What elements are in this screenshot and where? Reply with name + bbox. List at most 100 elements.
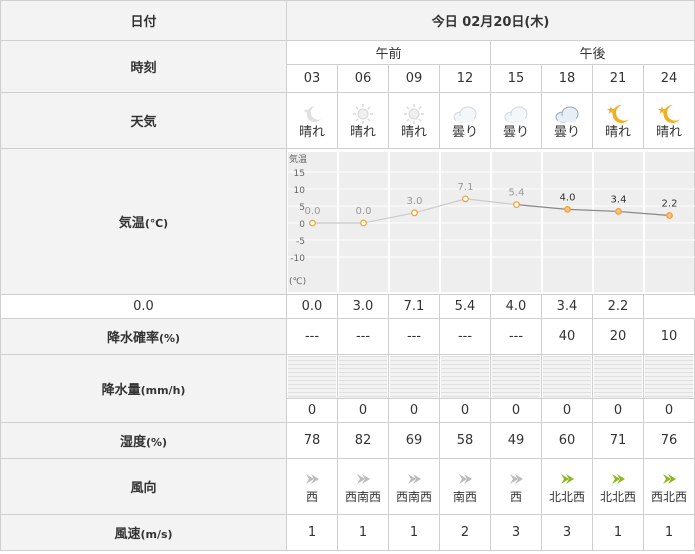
precip-amount-cell: 0	[439, 398, 491, 423]
weather-cell: 曇り	[490, 92, 542, 149]
temp-cell: 2.2	[592, 294, 644, 319]
forecast-table: 日付 今日 02月20日(木) 時刻 午前 午後 03 06 09 12 15 18 21 2…	[0, 0, 695, 551]
wind-dir-text: 西南西	[344, 489, 381, 504]
wind-arrow-icon	[459, 473, 472, 484]
wind-speed-label: 風速(m/s)	[0, 514, 287, 551]
temp-chart-cell: 15 10 5 0 -5 -10 気温 (℃) 0.0 0.0 3.0 7.1 5.4 4.0 3.4 2.2	[286, 148, 695, 295]
sun-icon	[353, 103, 373, 124]
temp-data-label: 7.1	[458, 181, 474, 192]
wind-dir-text: 西	[509, 489, 522, 504]
date-title: 今日 02月20日(木)	[286, 0, 695, 41]
precip-bar-cell	[592, 354, 644, 399]
precip-prob-cell: ---	[439, 318, 491, 355]
temp-data-label: 2.2	[662, 198, 678, 209]
moon-star-icon	[658, 104, 680, 123]
temp-data-label: 3.0	[407, 195, 423, 206]
hour-cell: 06	[337, 64, 389, 93]
wind-dir-cell: 北北西	[541, 458, 593, 515]
precip-prob-cell: ---	[337, 318, 389, 355]
humidity-cell: 60	[541, 422, 593, 459]
wind-speed-cell: 1	[388, 514, 440, 551]
precip-bar-cell	[439, 354, 491, 399]
precip-prob-cell: ---	[286, 318, 338, 355]
temp-chart: 151050-5-10気温(℃)0.0 0.03.07.15.4 4.0 3.4 2.2	[287, 151, 695, 292]
temp-point	[564, 205, 571, 213]
wind-dir-label: 風向	[0, 458, 287, 515]
wind-speed-cell: 2	[439, 514, 491, 551]
precip-amount-cell: 0	[337, 398, 389, 423]
precip-prob-cell: 10	[643, 318, 695, 355]
chart-column-bg	[492, 151, 541, 292]
hour-cell: 21	[592, 64, 644, 93]
precip-prob-cell: ---	[490, 318, 542, 355]
wind-dir-text: 北北西	[548, 489, 585, 504]
cloud-icon	[504, 106, 528, 122]
weather-text: 晴れ	[400, 124, 427, 140]
wind-dir-text: 西北西	[650, 489, 687, 504]
weather-text: 曇り	[502, 124, 529, 140]
wind-speed-cell: 1	[592, 514, 644, 551]
wind-arrow-icon	[663, 473, 676, 484]
hour-cell: 15	[490, 64, 542, 93]
temp-cell: 3.0	[337, 294, 389, 319]
precip-bar-cell	[337, 354, 389, 399]
humidity-cell: 78	[286, 422, 338, 459]
precip-bar	[594, 355, 642, 398]
temp-cell: 3.4	[541, 294, 593, 319]
weather-cell: 曇り	[439, 92, 491, 149]
wind-dir-text: 南西	[452, 489, 477, 504]
weather-text: 晴れ	[604, 124, 631, 140]
humidity-label: 湿度(%)	[0, 422, 287, 459]
wind-arrow-icon	[357, 473, 370, 484]
wind-speed-cell: 3	[541, 514, 593, 551]
precip-bar-cell	[388, 354, 440, 399]
temp-cell: 7.1	[388, 294, 440, 319]
precip-amount-cell: 0	[286, 398, 338, 423]
temp-data-label: 3.4	[611, 194, 627, 205]
humidity-cell: 82	[337, 422, 389, 459]
chart-column-bg	[594, 151, 643, 292]
moon-icon	[304, 105, 321, 122]
temp-point	[513, 200, 520, 208]
temp-data-label: 0.0	[356, 206, 372, 217]
precip-bar	[492, 355, 540, 398]
hour-cell: 24	[643, 64, 695, 93]
precip-bar-cell	[643, 354, 695, 399]
wind-speed-cell: 1	[337, 514, 389, 551]
wind-speed-cell: 1	[286, 514, 338, 551]
weather-cell: 晴れ	[643, 92, 695, 149]
wind-dir-text: 西南西	[395, 489, 432, 504]
time-label: 時刻	[0, 40, 287, 93]
hour-cell: 12	[439, 64, 491, 93]
wind-arrow-icon	[306, 473, 319, 484]
wind-arrow-icon	[408, 473, 421, 484]
precip-amount-label: 降水量(mm/h)	[0, 354, 287, 423]
y-axis-unit: (℃)	[289, 277, 306, 287]
precip-bar	[390, 355, 438, 398]
temp-label: 気温(℃)	[0, 148, 287, 295]
hour-cell: 09	[388, 64, 440, 93]
cloud-icon	[453, 106, 477, 122]
humidity-cell: 58	[439, 422, 491, 459]
wind-dir-text: 西	[305, 489, 318, 504]
hour-cell: 03	[286, 64, 338, 93]
temp-point	[462, 194, 469, 202]
weather-cell: 晴れ	[388, 92, 440, 149]
cloud-icon	[555, 106, 579, 122]
temp-data-label: 0.0	[305, 206, 321, 217]
humidity-cell: 76	[643, 422, 695, 459]
wind-dir-cell: 西南西	[388, 458, 440, 515]
chart-column-bg	[645, 151, 694, 292]
precip-prob-cell: 40	[541, 318, 593, 355]
chart-column-bg	[441, 151, 490, 292]
temp-point	[360, 219, 367, 226]
wind-dir-cell: 北北西	[592, 458, 644, 515]
temp-cell: 0.0	[0, 294, 287, 319]
weather-cell: 晴れ	[592, 92, 644, 149]
weather-text: 晴れ	[349, 124, 376, 140]
date-header-label: 日付	[0, 0, 287, 41]
temp-point	[615, 207, 622, 215]
precip-amount-cell: 0	[490, 398, 542, 423]
y-tick-label: 0	[299, 220, 305, 230]
precip-bar	[441, 355, 489, 398]
